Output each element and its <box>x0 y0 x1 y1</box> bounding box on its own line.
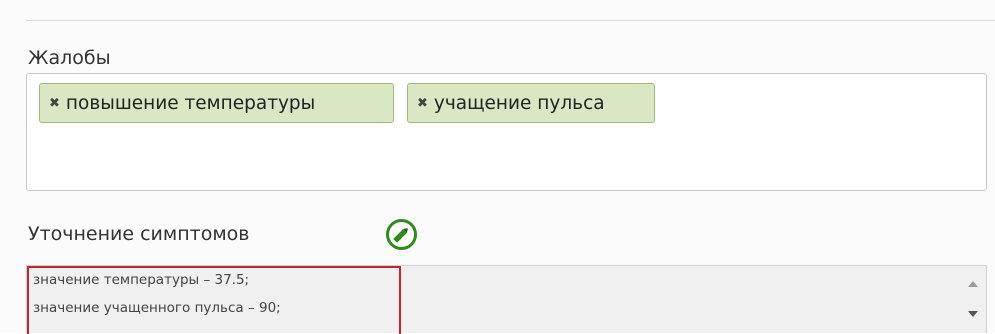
complaints-tag-input[interactable]: ✖ повышение температуры ✖ учащение пульс… <box>26 73 987 191</box>
complaint-tag-label: повышение температуры <box>65 92 316 114</box>
symptom-line: значение температуры – 37.5; <box>33 272 250 288</box>
complaint-tag[interactable]: ✖ повышение температуры <box>39 83 394 123</box>
pencil-icon <box>386 219 417 250</box>
symptoms-label: Уточнение симптомов <box>28 223 250 245</box>
complaint-tag-label: учащение пульса <box>433 92 605 114</box>
scroll-down-arrow-icon[interactable] <box>968 311 978 317</box>
edit-symptoms-button[interactable] <box>385 218 418 251</box>
remove-tag-icon[interactable]: ✖ <box>49 97 60 110</box>
scroll-up-arrow-icon[interactable] <box>968 281 978 287</box>
remove-tag-icon[interactable]: ✖ <box>417 97 428 110</box>
complaint-tag[interactable]: ✖ учащение пульса <box>407 83 655 123</box>
symptom-line: значение учащенного пульса – 90; <box>33 300 281 316</box>
form-panel: Жалобы ✖ повышение температуры ✖ учащени… <box>0 0 995 334</box>
section-divider <box>26 20 995 21</box>
complaints-label: Жалобы <box>28 47 111 69</box>
symptoms-textarea[interactable]: значение температуры – 37.5; значение уч… <box>26 265 987 334</box>
